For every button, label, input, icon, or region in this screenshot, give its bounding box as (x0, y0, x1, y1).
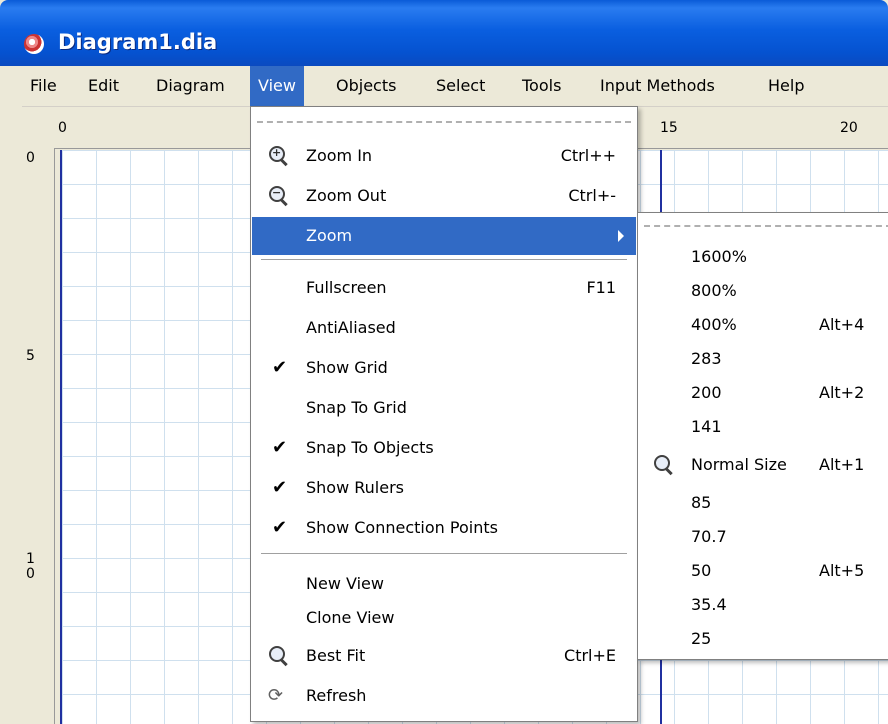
zoom-option[interactable]: 283 (639, 343, 888, 377)
ruler-left-label-10: 10 (26, 551, 35, 582)
zoom-option-label: 400% (691, 315, 737, 334)
menu-item-show-rulers[interactable]: ✔ Show Rulers (252, 469, 636, 507)
menu-edit[interactable]: Edit (80, 66, 127, 106)
zoom-option[interactable]: 35.4 (639, 589, 888, 623)
snap-to-grid-label: Snap To Grid (306, 398, 407, 417)
refresh-label: Refresh (306, 686, 367, 705)
best-fit-icon (268, 645, 290, 667)
checkmark-icon: ✔ (272, 357, 288, 378)
clone-view-label: Clone View (306, 608, 395, 627)
tearoff-line[interactable] (644, 225, 888, 227)
ruler-left-label-5: 5 (26, 348, 35, 364)
ruler-left-label-0: 0 (26, 150, 35, 166)
zoom-option-label: 50 (691, 561, 712, 580)
menu-item-snap-to-grid[interactable]: Snap To Grid (252, 389, 636, 427)
zoom-option[interactable]: 400% Alt+4 (639, 309, 888, 343)
show-connection-points-label: Show Connection Points (306, 518, 498, 537)
menu-item-clone-view[interactable]: Clone View (252, 599, 636, 637)
zoom-option-shortcut: Alt+2 (819, 383, 865, 402)
menu-separator (261, 259, 627, 261)
zoom-out-shortcut: Ctrl+- (568, 186, 616, 205)
zoom-option-label: 141 (691, 417, 722, 436)
zoom-option-label: Normal Size (691, 455, 787, 474)
ruler-corner (22, 118, 54, 148)
window-left-edge (0, 106, 22, 724)
zoom-option[interactable]: 800% (639, 275, 888, 309)
zoom-option-label: 35.4 (691, 595, 727, 614)
zoom-option-label: 800% (691, 281, 737, 300)
checkmark-icon: ✔ (272, 517, 288, 538)
zoom-option[interactable]: 50 Alt+5 (639, 555, 888, 589)
show-grid-label: Show Grid (306, 358, 388, 377)
zoom-in-label: Zoom In (306, 146, 373, 165)
title-bar[interactable]: Diagram1.dia (0, 0, 888, 66)
menu-item-snap-to-objects[interactable]: ✔ Snap To Objects (252, 429, 636, 467)
menu-item-best-fit[interactable]: Best Fit Ctrl+E (252, 637, 636, 675)
zoom-option-label: 85 (691, 493, 712, 512)
zoom-option-normal-size[interactable]: Normal Size Alt+1 (639, 449, 888, 483)
menu-item-zoom[interactable]: Zoom (252, 217, 636, 255)
refresh-icon: ⟳ (268, 685, 284, 706)
menu-item-refresh[interactable]: ⟳ Refresh (252, 677, 636, 715)
vertical-ruler[interactable]: 0 5 10 (22, 148, 55, 724)
zoom-out-label: Zoom Out (306, 186, 387, 205)
submenu-arrow-icon (618, 230, 624, 242)
menu-item-zoom-in[interactable]: + Zoom In Ctrl++ (252, 137, 636, 175)
zoom-option[interactable]: 141 (639, 411, 888, 445)
snap-to-objects-label: Snap To Objects (306, 438, 434, 457)
zoom-option-label: 1600% (691, 247, 747, 266)
normal-size-icon (653, 454, 675, 476)
ruler-top-label-20: 20 (840, 120, 858, 136)
window-title: Diagram1.dia (58, 30, 218, 54)
zoom-option-label: 283 (691, 349, 722, 368)
fullscreen-shortcut: F11 (586, 278, 616, 297)
menu-objects[interactable]: Objects (328, 66, 404, 106)
zoom-option-label: 200 (691, 383, 722, 402)
zoom-option[interactable]: 200 Alt+2 (639, 377, 888, 411)
menu-item-show-grid[interactable]: ✔ Show Grid (252, 349, 636, 387)
menu-diagram[interactable]: Diagram (148, 66, 233, 106)
zoom-option-shortcut: Alt+5 (819, 561, 865, 580)
menu-item-new-view[interactable]: New View (252, 565, 636, 603)
view-menu-dropdown: + Zoom In Ctrl++ − Zoom Out Ctrl+- Zoom … (250, 106, 638, 722)
checkmark-icon: ✔ (272, 437, 288, 458)
menu-input-methods[interactable]: Input Methods (592, 66, 723, 106)
best-fit-shortcut: Ctrl+E (564, 646, 616, 665)
menu-view[interactable]: View (250, 66, 304, 106)
zoom-submenu: 1600% 800% 400% Alt+4 283 200 Alt+2 141 … (637, 212, 888, 660)
menu-file[interactable]: File (22, 66, 65, 106)
zoom-option[interactable]: 85 (639, 487, 888, 521)
menu-tools[interactable]: Tools (514, 66, 569, 106)
menu-item-show-connection-points[interactable]: ✔ Show Connection Points (252, 509, 636, 547)
ruler-top-label-0: 0 (58, 120, 67, 136)
ruler-top-label-15: 15 (660, 120, 678, 136)
tearoff-line[interactable] (257, 121, 631, 123)
zoom-in-shortcut: Ctrl++ (560, 146, 616, 165)
show-rulers-label: Show Rulers (306, 478, 404, 497)
zoom-in-icon: + (268, 145, 290, 167)
zoom-out-icon: − (268, 185, 290, 207)
zoom-option-label: 25 (691, 629, 712, 648)
new-view-label: New View (306, 574, 384, 593)
app-icon (24, 34, 44, 54)
zoom-option[interactable]: 70.7 (639, 521, 888, 555)
fullscreen-label: Fullscreen (306, 278, 387, 297)
menu-separator (261, 553, 627, 555)
best-fit-label: Best Fit (306, 646, 366, 665)
menu-help[interactable]: Help (760, 66, 812, 106)
checkmark-icon: ✔ (272, 477, 288, 498)
menu-item-fullscreen[interactable]: Fullscreen F11 (252, 269, 636, 307)
zoom-option-shortcut: Alt+4 (819, 315, 865, 334)
zoom-option-shortcut: Alt+1 (819, 455, 865, 474)
antialiased-label: AntiAliased (306, 318, 396, 337)
menu-item-zoom-out[interactable]: − Zoom Out Ctrl+- (252, 177, 636, 215)
zoom-label: Zoom (306, 226, 353, 245)
zoom-option[interactable]: 1600% (639, 241, 888, 275)
menu-select[interactable]: Select (428, 66, 493, 106)
zoom-option-label: 70.7 (691, 527, 727, 546)
menu-item-antialiased[interactable]: AntiAliased (252, 309, 636, 347)
zoom-option[interactable]: 25 (639, 623, 888, 657)
menu-bar: File Edit Diagram View Objects Select To… (0, 66, 888, 107)
